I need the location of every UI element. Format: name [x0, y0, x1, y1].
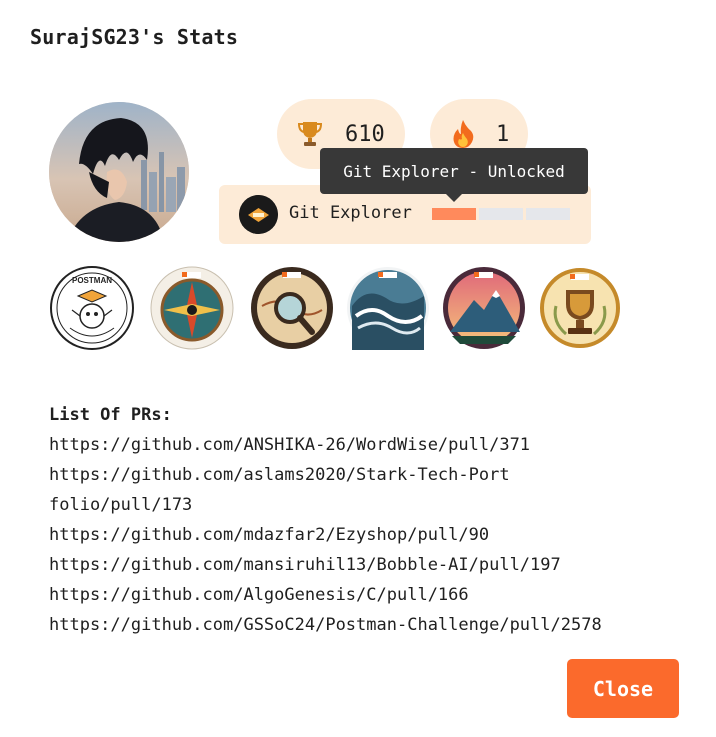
badge-tooltip: Git Explorer - Unlocked — [320, 148, 588, 202]
badge-progress-bar — [432, 208, 570, 220]
pr-link[interactable]: https://github.com/AlgoGenesis/C/pull/16… — [49, 580, 689, 610]
progress-segment — [432, 208, 476, 220]
avatar — [49, 102, 189, 242]
postman-badge-text: POSTMAN — [72, 276, 112, 285]
postman-api-fundamentals-badge[interactable]: POSTMAN — [50, 266, 134, 350]
pr-list-section: List Of PRs: https://github.com/ANSHIKA-… — [49, 400, 689, 640]
pr-link[interactable]: https://github.com/GSSoC24/Postman-Chall… — [49, 610, 689, 640]
current-badge-name: Git Explorer — [289, 203, 412, 223]
trophy-icon — [297, 119, 323, 149]
badges-row: POSTMAN — [50, 266, 630, 350]
fire-icon — [450, 119, 476, 149]
progress-segment — [526, 208, 570, 220]
git-explorer-badge-icon — [239, 195, 278, 234]
magnifier-map-badge[interactable] — [250, 266, 334, 350]
points-value: 610 — [345, 121, 385, 147]
pr-link[interactable]: https://github.com/mansiruhil13/Bobble-A… — [49, 550, 689, 580]
streak-value: 1 — [496, 121, 510, 147]
pr-link[interactable]: https://github.com/aslams2020/Stark-Tech… — [49, 460, 519, 520]
stats-modal: SurajSG23's Stats 610 1 Git Explorer Git… — [0, 0, 716, 737]
close-button[interactable]: Close — [567, 659, 679, 718]
pr-link[interactable]: https://github.com/ANSHIKA-26/WordWise/p… — [49, 430, 689, 460]
wave-badge[interactable] — [346, 266, 430, 350]
pr-list-heading: List Of PRs: — [49, 405, 172, 425]
compass-badge[interactable] — [150, 266, 234, 350]
pr-link[interactable]: https://github.com/mdazfar2/Ezyshop/pull… — [49, 520, 689, 550]
trophy-badge[interactable] — [538, 266, 622, 350]
progress-segment — [479, 208, 523, 220]
mountain-badge[interactable] — [442, 266, 526, 350]
modal-title: SurajSG23's Stats — [30, 25, 239, 49]
